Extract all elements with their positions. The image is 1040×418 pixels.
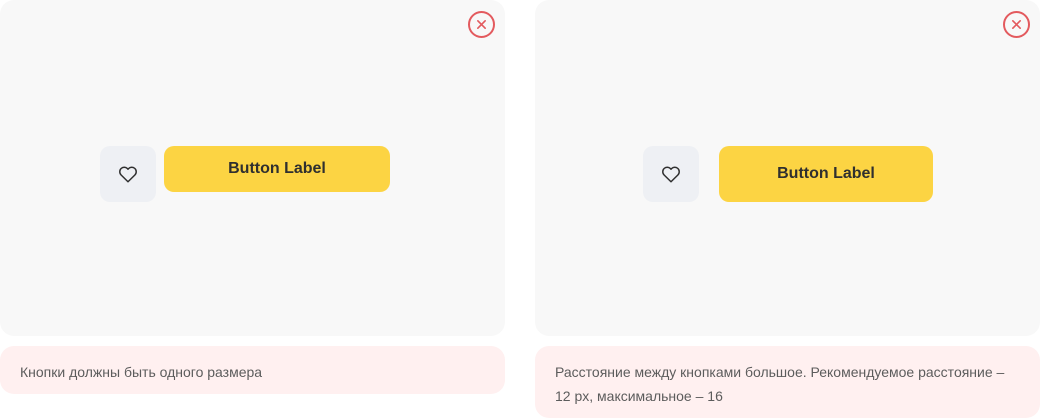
primary-button[interactable]: Button Label <box>719 146 933 202</box>
note-text: Расстояние между кнопками большое. Реком… <box>555 364 1005 404</box>
guideline-note: Расстояние между кнопками большое. Реком… <box>535 346 1040 418</box>
favorite-button[interactable] <box>643 146 699 202</box>
close-icon <box>468 11 495 38</box>
primary-button[interactable]: Button Label <box>164 146 390 192</box>
heart-icon <box>118 165 138 183</box>
note-text: Кнопки должны быть одного размера <box>20 364 263 380</box>
example-card-gap: Button Label <box>535 0 1040 336</box>
guideline-note: Кнопки должны быть одного размера <box>0 346 505 394</box>
example-card-size: Button Label <box>0 0 505 336</box>
heart-icon <box>661 165 681 183</box>
close-icon <box>1003 11 1030 38</box>
favorite-button[interactable] <box>100 146 156 202</box>
